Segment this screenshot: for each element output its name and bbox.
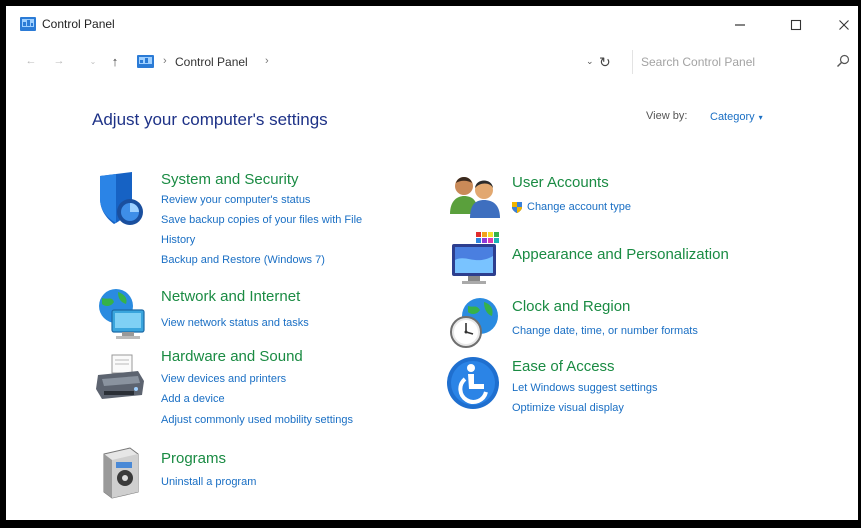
network-and-internet-link[interactable]: Network and Internet (161, 288, 300, 305)
back-button[interactable]: ← (24, 54, 38, 68)
suggest-settings-link[interactable]: Let Windows suggest settings (512, 382, 658, 394)
backup-restore-link[interactable]: Backup and Restore (Windows 7) (161, 254, 325, 266)
close-button[interactable] (822, 10, 858, 40)
hardware-and-sound-link[interactable]: Hardware and Sound (161, 348, 303, 365)
add-device-link[interactable]: Add a device (161, 393, 225, 405)
printer-icon (96, 354, 144, 399)
programs-link[interactable]: Programs (161, 450, 226, 467)
address-dropdown-button[interactable]: ⌄ (586, 56, 594, 67)
change-account-type-label: Change account type (527, 201, 631, 213)
maximize-button[interactable] (774, 10, 818, 40)
chevron-down-icon: ▾ (758, 112, 763, 122)
breadcrumb-control-panel[interactable]: Control Panel (175, 55, 248, 69)
appearance-and-personalization-link[interactable]: Appearance and Personalization (512, 246, 729, 263)
date-time-formats-link[interactable]: Change date, time, or number formats (512, 325, 698, 337)
user-accounts-link[interactable]: User Accounts (512, 174, 609, 191)
forward-button[interactable]: → (52, 54, 66, 68)
window-title: Control Panel (42, 17, 115, 31)
view-by-value: Category (710, 111, 755, 123)
breadcrumb-separator[interactable]: › (163, 55, 167, 67)
navigation-bar: ← → ⌄ ↑ › Control Panel › ⌄ ↻ (6, 46, 858, 78)
network-status-link[interactable]: View network status and tasks (161, 317, 309, 329)
title-bar[interactable]: Control Panel (6, 6, 858, 42)
view-by-dropdown[interactable]: Category ▾ (702, 106, 788, 128)
minimize-button[interactable] (718, 10, 762, 40)
control-panel-icon (20, 17, 36, 31)
breadcrumb-separator[interactable]: › (265, 55, 269, 67)
maximize-icon (790, 19, 802, 31)
up-button[interactable]: ↑ (108, 54, 122, 69)
optimize-visual-display-link[interactable]: Optimize visual display (512, 402, 624, 414)
recent-locations-button[interactable]: ⌄ (86, 54, 100, 68)
uac-shield-icon (512, 202, 522, 213)
file-history-link-continued[interactable]: History (161, 234, 195, 246)
clock-and-region-link[interactable]: Clock and Region (512, 298, 630, 315)
review-status-link[interactable]: Review your computer's status (161, 194, 310, 206)
devices-printers-link[interactable]: View devices and printers (161, 373, 286, 385)
network-globe-icon (99, 289, 145, 339)
system-and-security-link[interactable]: System and Security (161, 171, 299, 188)
address-bar[interactable]: › Control Panel › ⌄ ↻ (131, 50, 611, 74)
programs-box-icon (103, 447, 139, 499)
search-icon[interactable] (836, 54, 850, 68)
file-history-link[interactable]: Save backup copies of your files with Fi… (161, 214, 362, 226)
control-panel-window: Control Panel ← → ⌄ ↑ › Control Panel › … (6, 6, 858, 520)
uninstall-program-link[interactable]: Uninstall a program (161, 476, 256, 488)
change-account-type-link[interactable]: Change account type (510, 200, 631, 214)
page-title: Adjust your computer's settings (92, 110, 328, 129)
ease-of-access-link[interactable]: Ease of Access (512, 358, 615, 375)
refresh-button[interactable]: ↻ (599, 54, 611, 71)
search-box[interactable] (632, 50, 857, 74)
minimize-icon (735, 24, 745, 26)
mobility-settings-link[interactable]: Adjust commonly used mobility settings (161, 414, 353, 426)
users-icon (450, 177, 500, 218)
close-icon (839, 20, 849, 30)
view-by-label: View by: (646, 110, 688, 122)
clock-globe-icon (450, 298, 498, 348)
accessibility-icon (447, 357, 499, 409)
monitor-palette-icon (452, 232, 499, 284)
search-input[interactable] (641, 53, 821, 71)
control-panel-icon (137, 55, 154, 68)
shield-icon (100, 172, 143, 225)
